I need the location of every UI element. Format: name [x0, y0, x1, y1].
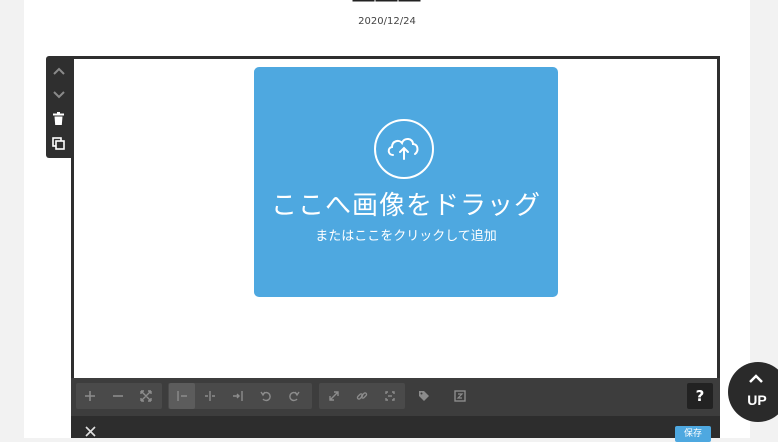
- caption-button[interactable]: [447, 383, 473, 409]
- align-center-icon: [205, 391, 215, 401]
- zoom-out-icon: [113, 395, 123, 397]
- align-right-button[interactable]: [225, 383, 251, 409]
- editor-footer: 保存: [71, 416, 720, 442]
- rotate-right-button[interactable]: [281, 383, 307, 409]
- align-left-icon: [177, 391, 187, 401]
- block-side-toolbar: [46, 56, 71, 158]
- duplicate-icon: [52, 137, 65, 150]
- rotate-left-icon: [260, 391, 271, 402]
- tag-button[interactable]: [411, 383, 437, 409]
- link-button[interactable]: [349, 383, 375, 409]
- zoom-in-icon: [85, 391, 95, 401]
- chevron-up-icon: [52, 67, 65, 75]
- post-date: 2020/12/24: [358, 16, 416, 27]
- dropzone-sub-text: またはここをクリックして追加: [315, 229, 497, 244]
- tag-icon: [419, 391, 429, 401]
- duplicate-block-button[interactable]: [46, 131, 71, 156]
- delete-block-button[interactable]: [46, 106, 71, 131]
- zoom-in-button[interactable]: [77, 383, 103, 409]
- rotate-left-button[interactable]: [253, 383, 279, 409]
- unlink-button[interactable]: [377, 383, 403, 409]
- align-center-button[interactable]: [197, 383, 223, 409]
- zoom-out-button[interactable]: [105, 383, 131, 409]
- image-dropzone[interactable]: ここへ画像をドラッグ またはここをクリックして追加: [254, 67, 558, 297]
- rotate-right-icon: [289, 391, 300, 402]
- close-button[interactable]: [83, 424, 97, 438]
- align-left-button[interactable]: [169, 383, 195, 409]
- unlink-icon: [385, 391, 395, 401]
- move-down-button[interactable]: [46, 82, 71, 107]
- caption-icon: [454, 390, 466, 402]
- fit-icon: [140, 390, 152, 402]
- align-right-icon: [233, 391, 243, 401]
- resize-icon: [329, 391, 339, 401]
- trash-icon: [53, 112, 64, 125]
- fit-button[interactable]: [133, 383, 159, 409]
- chevron-down-icon: [52, 90, 65, 98]
- up-label: UP: [747, 392, 767, 408]
- resize-button[interactable]: [321, 383, 347, 409]
- image-toolbar: ?: [71, 378, 720, 416]
- chevron-up-icon: [749, 374, 763, 383]
- page-title-cut-off: ―――: [24, 0, 750, 12]
- link-icon: [356, 392, 368, 400]
- close-icon: [84, 425, 96, 437]
- move-up-button[interactable]: [46, 58, 71, 83]
- cloud-upload-icon: [374, 119, 434, 179]
- save-button[interactable]: 保存: [675, 426, 711, 442]
- dropzone-main-text: ここへ画像をドラッグ: [270, 191, 541, 221]
- image-block-editor: ここへ画像をドラッグ またはここをクリックして追加: [71, 56, 720, 381]
- help-button[interactable]: ?: [687, 383, 713, 409]
